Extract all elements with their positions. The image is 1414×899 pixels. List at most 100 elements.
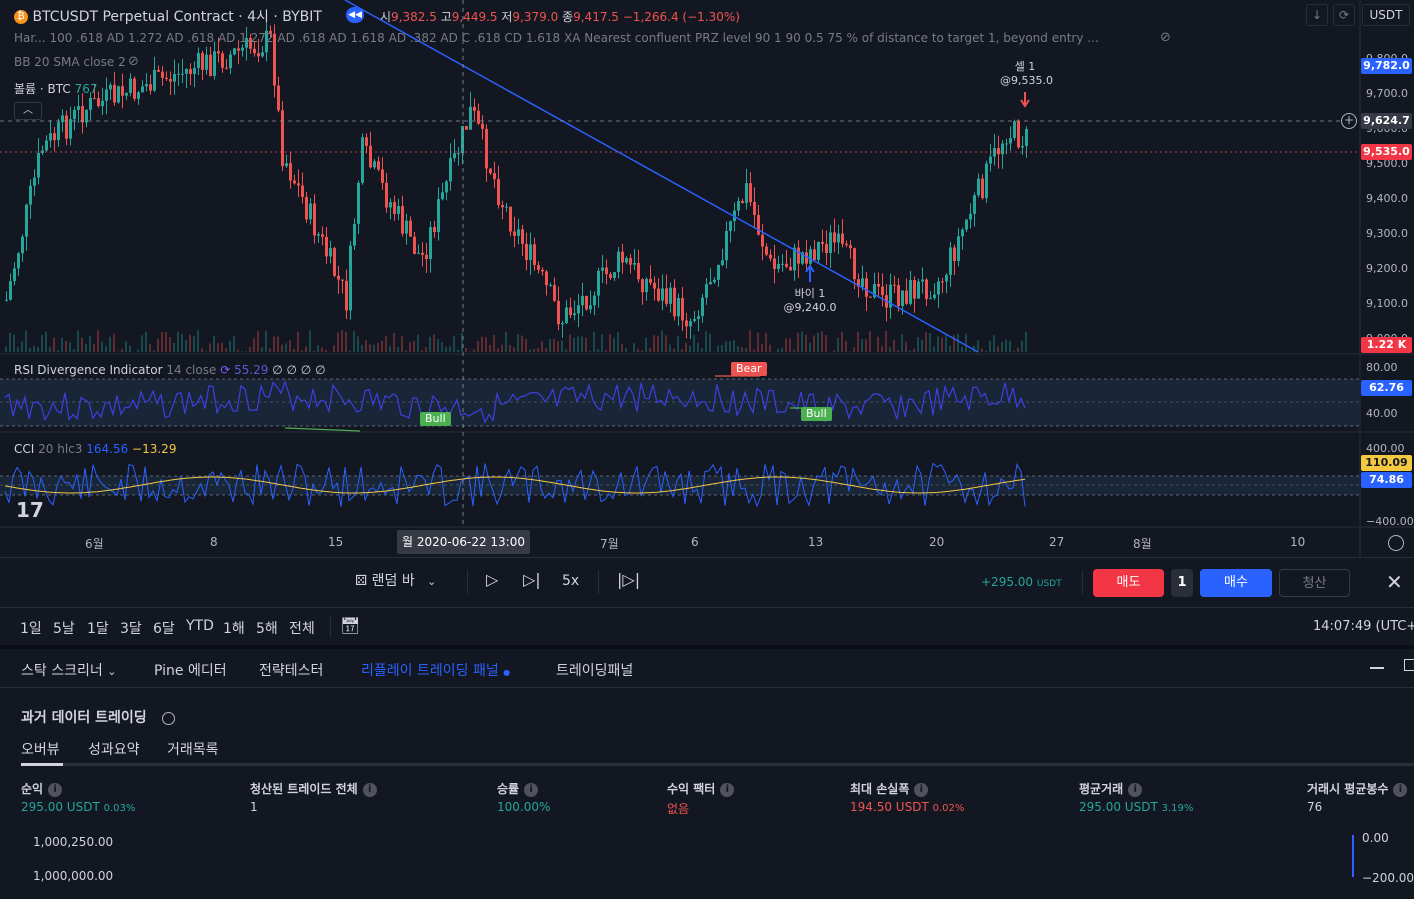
- subtab-performance[interactable]: 성과요약: [88, 739, 140, 759]
- close-position-button[interactable]: 청산: [1279, 569, 1350, 597]
- cci-tick: −400.00: [1366, 515, 1414, 528]
- random-bar-button[interactable]: ⚄ 랜덤 바 ⌄: [355, 570, 436, 590]
- settings-gear-icon[interactable]: [161, 711, 175, 725]
- volume-legend[interactable]: 볼륨 · BTC 767: [14, 80, 98, 97]
- tab-pine-editor[interactable]: Pine 에디터: [154, 660, 227, 680]
- time-tick: 13: [808, 535, 824, 549]
- info-icon[interactable]: i: [1128, 782, 1143, 797]
- stat-label: 평균거래 i: [1079, 780, 1143, 797]
- info-icon[interactable]: i: [720, 782, 735, 797]
- tab-stock-screener[interactable]: 스탁 스크리너 ⌄: [21, 660, 116, 680]
- eye-hidden-icon[interactable]: ⊘: [128, 54, 139, 69]
- sell-price-badge: 9,535.0: [1361, 144, 1412, 160]
- candles: [5, 20, 1028, 352]
- bear-label: Bear: [731, 362, 767, 376]
- info-icon[interactable]: i: [524, 782, 539, 797]
- price-chart[interactable]: [0, 0, 1414, 557]
- stat-label: 최대 손실폭 i: [850, 780, 929, 797]
- range-7[interactable]: 5해: [256, 618, 289, 638]
- range-1[interactable]: 5날: [53, 618, 87, 638]
- symbol-legend[interactable]: ₿ BTCUSDT Perpetual Contract · 4시 · BYBI…: [14, 6, 322, 26]
- rsi-legend[interactable]: RSI Divergence Indicator 14 close ⟳ 55.2…: [14, 363, 326, 377]
- price-badge: 9,782.0: [1361, 58, 1412, 74]
- add-alert-icon[interactable]: +: [1341, 113, 1357, 129]
- currency-button[interactable]: USDT: [1362, 4, 1410, 26]
- cci-legend[interactable]: CCI 20 hlc3 164.56 −13.29: [14, 442, 176, 456]
- replay-icon[interactable]: ◀◀: [346, 7, 364, 23]
- range-6[interactable]: 1해: [223, 618, 256, 638]
- crosshair-price-badge: 9,624.7: [1361, 113, 1412, 129]
- right-tick: 0.00: [1362, 831, 1389, 845]
- tab-trading-panel[interactable]: 트레이딩패널: [556, 660, 633, 680]
- range-0[interactable]: 1일: [20, 618, 53, 638]
- price-tick: 9,700.0: [1366, 87, 1408, 100]
- step-forward-icon[interactable]: ▷|: [523, 570, 541, 589]
- bb-legend[interactable]: BB 20 SMA close 2: [14, 55, 126, 69]
- speed-button[interactable]: 5x: [562, 573, 579, 589]
- cci-badge: 74.86: [1361, 472, 1412, 488]
- active-dot-icon: ●: [503, 668, 511, 677]
- jump-to-realtime-icon[interactable]: |▷|: [617, 570, 640, 589]
- time-tick: 8: [210, 535, 218, 549]
- rsi-tick: 40.00: [1366, 407, 1398, 420]
- cci-tick: 400.00: [1366, 442, 1405, 455]
- active-subtab-indicator: [21, 763, 63, 766]
- stat-label: 승률 i: [497, 780, 539, 797]
- subtab-trades[interactable]: 거래목록: [167, 739, 219, 759]
- chart-area[interactable]: ₿ BTCUSDT Perpetual Contract · 4시 · BYBI…: [0, 0, 1414, 557]
- stat-value: 295.00 USDT 0.03%: [21, 800, 136, 814]
- play-icon[interactable]: ▷: [486, 570, 498, 589]
- time-tick: 6: [691, 535, 699, 549]
- rsi-tick: 80.00: [1366, 361, 1398, 374]
- sell-arrow-icon: [1020, 92, 1030, 108]
- info-icon[interactable]: i: [48, 782, 63, 797]
- chevron-down-icon: ⌄: [107, 665, 117, 678]
- settings-gear-icon[interactable]: [1388, 535, 1404, 551]
- stat-value: 194.50 USDT 0.02%: [850, 800, 965, 814]
- time-tick: 10: [1290, 535, 1306, 549]
- time-tick: 6월: [85, 537, 104, 551]
- stat-label: 순익 i: [21, 780, 63, 797]
- minimize-icon[interactable]: [1370, 667, 1384, 669]
- dice-icon: ⚄: [355, 573, 368, 589]
- equity-bar: [1352, 835, 1354, 877]
- buy-button[interactable]: 매수: [1200, 569, 1272, 597]
- time-tick: 15: [328, 535, 344, 549]
- time-tick: 20: [929, 535, 945, 549]
- range-8[interactable]: 전체: [289, 618, 322, 638]
- time-tick: 27: [1049, 535, 1065, 549]
- crosshair-time-badge: 월 2020-06-22 13:00: [397, 530, 530, 554]
- cci-ma-badge: 110.09: [1361, 455, 1412, 471]
- calendar-icon[interactable]: 📅︎: [340, 616, 360, 635]
- range-2[interactable]: 1달: [87, 618, 120, 638]
- download-icon[interactable]: ↓: [1306, 4, 1328, 26]
- eye-hidden-icon[interactable]: ⊘: [1160, 30, 1171, 45]
- sell-button[interactable]: 매도: [1093, 569, 1164, 597]
- bull-label: Bull: [801, 407, 832, 421]
- info-icon[interactable]: i: [914, 782, 929, 797]
- close-icon[interactable]: ✕: [1386, 570, 1403, 594]
- chevron-down-icon: ⌄: [427, 575, 437, 588]
- info-icon[interactable]: i: [1393, 782, 1408, 797]
- quantity-field[interactable]: 1: [1171, 569, 1193, 597]
- volume-badge: 1.22 K: [1361, 337, 1412, 353]
- tab-replay-trading[interactable]: 리플레이 트레이딩 패널 ●: [361, 660, 510, 680]
- subtab-overview[interactable]: 오버뷰: [21, 739, 60, 759]
- buy-annotation: 바이 1 @9,240.0: [783, 287, 837, 314]
- harmonic-legend[interactable]: Har... 100 .618 AD 1.272 AD .618 AD 1.27…: [14, 31, 1154, 45]
- info-icon[interactable]: i: [362, 782, 377, 797]
- range-4[interactable]: 6달: [153, 618, 186, 638]
- ohlc-legend: 시9,382.5 고9,449.5 저9,379.0 종9,417.5 −1,2…: [380, 10, 740, 24]
- collapse-icon[interactable]: ︿: [14, 102, 42, 120]
- stat-value: 1: [250, 800, 258, 814]
- equity-tick: 1,000,000.00: [33, 869, 114, 883]
- refresh-icon[interactable]: ⟳: [1333, 4, 1355, 26]
- tab-strategy-tester[interactable]: 전략테스터: [259, 660, 323, 680]
- price-tick: 9,200.0: [1366, 262, 1408, 275]
- range-5[interactable]: YTD: [186, 618, 223, 638]
- panel-title: 과거 데이터 트레이딩: [21, 707, 175, 727]
- maximize-icon[interactable]: [1404, 659, 1414, 671]
- time-tick: 8월: [1133, 537, 1152, 551]
- range-3[interactable]: 3달: [120, 618, 153, 638]
- stat-label: 청산된 트레이드 전체 i: [250, 780, 377, 797]
